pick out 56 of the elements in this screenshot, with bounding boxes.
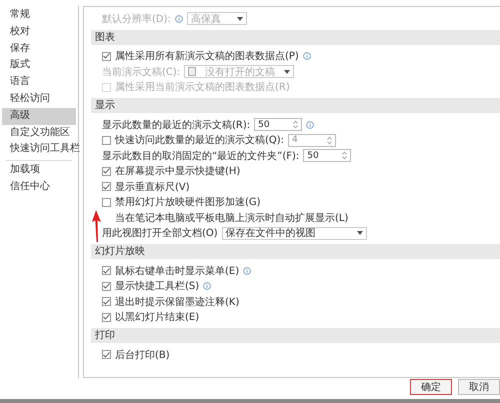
- sidebar-item[interactable]: 语言: [2, 74, 76, 91]
- checkbox[interactable]: [102, 198, 111, 207]
- section-header: 图表: [91, 30, 500, 44]
- spinner-arrows-icon[interactable]: [342, 151, 348, 160]
- checkbox[interactable]: [102, 350, 111, 360]
- dropdown-value: 保存在文件中的视图: [226, 226, 316, 240]
- option-label: 后台打印(B): [115, 348, 170, 362]
- sidebar-item[interactable]: 自定义功能区: [2, 124, 76, 142]
- sidebar-item[interactable]: 高级: [2, 108, 76, 125]
- option-label: 当前演示文稿(C):: [102, 66, 180, 79]
- spinner-arrows-icon[interactable]: [293, 120, 298, 130]
- dropdown-value: 没有打开的文稿: [205, 66, 276, 79]
- option-label: 默认分辨率(D):: [102, 12, 171, 26]
- caret-icon: [284, 70, 290, 74]
- option-label: 当在笔记本电脑或平板电脑上演示时自动扩展显示(L): [115, 212, 348, 225]
- sidebar-item[interactable]: 版式: [2, 57, 76, 74]
- option-label: 用此视图打开全部文档(O): [102, 226, 218, 240]
- dropdown[interactable]: 保存在文件中的视图: [222, 226, 367, 240]
- section-header: 显示: [91, 98, 500, 113]
- option-label: 以黑幻灯片结束(E): [115, 310, 200, 324]
- sidebar-item[interactable]: 加载项: [2, 162, 76, 179]
- option-label: 显示此数目的取消固定的“最近的文件夹”(F):: [102, 150, 300, 163]
- option-label: 属性采用所有新演示文稿的图表数据点(P): [115, 50, 299, 64]
- option-label: 显示快捷工具栏(S): [115, 280, 200, 294]
- option-label: 快速访问此数量的最近的演示文稿(Q):: [115, 134, 284, 148]
- option-label: 在屏幕提示中显示快捷键(H): [115, 164, 240, 178]
- checkbox[interactable]: [102, 282, 111, 291]
- section-header: 幻灯片放映: [91, 244, 500, 259]
- option-label: 退出时提示保留墨迹注释(K): [115, 296, 240, 309]
- dropdown-value: 高保真: [190, 12, 221, 26]
- caret-icon: [236, 16, 243, 21]
- number-field[interactable]: 50: [254, 118, 302, 132]
- checkbox[interactable]: [102, 297, 111, 306]
- option-label: 禁用幻灯片放映硬件图形加速(G): [115, 196, 261, 210]
- checkbox[interactable]: [102, 312, 111, 322]
- ok-button[interactable]: 确定: [410, 379, 452, 395]
- option-label: 显示此数量的最近的演示文稿(R):: [102, 118, 250, 132]
- checkbox[interactable]: [102, 182, 111, 192]
- checkbox[interactable]: [102, 266, 111, 276]
- option-label: 鼠标右键单击时显示菜单(E): [115, 264, 240, 278]
- checkbox[interactable]: [102, 166, 111, 176]
- sidebar-item[interactable]: 信任中心: [2, 178, 76, 196]
- spinner-arrows-icon[interactable]: [327, 136, 332, 145]
- checkbox[interactable]: [102, 52, 111, 61]
- sidebar-item[interactable]: 常规: [2, 7, 76, 24]
- checkbox[interactable]: [102, 136, 111, 145]
- arrow-drawing: [92, 210, 102, 242]
- sidebar-item[interactable]: 保存: [2, 40, 76, 58]
- sidebar-item[interactable]: 校对: [2, 24, 76, 41]
- caret-icon: [356, 231, 363, 236]
- option-label: 属性采用当前演示文稿的图表数据点(R): [115, 80, 290, 94]
- section-header: 打印: [91, 328, 500, 343]
- cancel-button[interactable]: 取消: [458, 379, 500, 395]
- option-label: 显示垂直标尺(V): [115, 180, 190, 194]
- sidebar-item[interactable]: 轻松访问: [2, 90, 76, 108]
- number-field[interactable]: 50: [303, 149, 352, 162]
